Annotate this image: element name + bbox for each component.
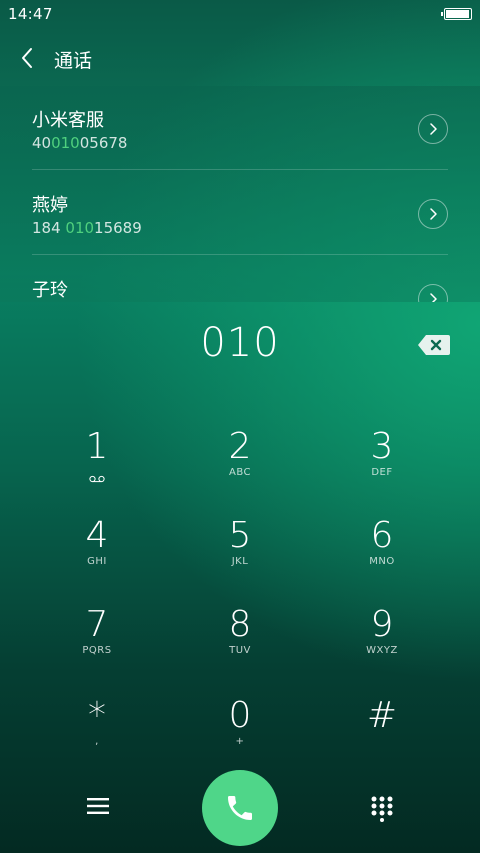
key-letters: ABC [228, 467, 251, 478]
key-6[interactable]: 6 MNO [322, 517, 442, 587]
key-letters: PQRS [82, 645, 112, 656]
menu-icon[interactable] [87, 797, 109, 815]
contact-detail-button[interactable] [418, 114, 448, 144]
key-digit: 7 [85, 604, 109, 645]
key-letters: WXYZ [366, 645, 398, 656]
contact-item[interactable]: 小米客服 4001005678 [32, 86, 448, 170]
divider [32, 169, 448, 170]
key-letters: , [95, 736, 99, 747]
status-bar: 14:47 [0, 0, 480, 28]
key-star[interactable]: * , [37, 697, 157, 767]
chevron-right-icon [430, 123, 437, 135]
contact-name: 小米客服 [32, 110, 104, 131]
page-title: 通话 [54, 50, 93, 72]
key-digit: 2 [228, 426, 252, 467]
contact-item[interactable]: 子玲 [32, 256, 448, 302]
back-chevron-icon[interactable] [18, 46, 40, 70]
key-2[interactable]: 2 ABC [180, 428, 300, 498]
key-7[interactable]: 7 PQRS [37, 606, 157, 676]
battery-icon [441, 8, 472, 20]
number-match-highlight: 010 [65, 219, 95, 237]
contact-name: 燕婷 [32, 195, 68, 216]
key-0[interactable]: 0 + [180, 697, 300, 767]
key-3[interactable]: 3 DEF [322, 428, 442, 498]
contact-results-list: 小米客服 4001005678 燕婷 184 01015689 子玲 [0, 86, 480, 302]
key-letters: DEF [371, 467, 393, 478]
key-digit: 1 [85, 426, 109, 467]
key-letters: JKL [231, 556, 249, 567]
contact-item[interactable]: 燕婷 184 01015689 [32, 171, 448, 255]
key-5[interactable]: 5 JKL [180, 517, 300, 587]
contact-number: 184 01015689 [32, 219, 142, 237]
key-letters: TUV [229, 645, 251, 656]
key-digit: # [366, 695, 398, 736]
call-button[interactable] [202, 770, 278, 846]
backspace-icon[interactable] [417, 334, 451, 356]
dialpad-icon[interactable] [371, 796, 393, 822]
key-digit: 5 [228, 515, 252, 556]
key-hash[interactable]: # [322, 697, 442, 767]
chevron-right-icon [430, 208, 437, 220]
key-digit: * [88, 695, 106, 736]
key-9[interactable]: 9 WXYZ [322, 606, 442, 676]
key-digit: 0 [228, 695, 252, 736]
key-8[interactable]: 8 TUV [180, 606, 300, 676]
key-letters: GHI [87, 556, 107, 567]
key-digit: 3 [370, 426, 394, 467]
contact-detail-button[interactable] [418, 284, 448, 302]
key-1[interactable]: 1 [37, 428, 157, 498]
contact-number: 4001005678 [32, 134, 128, 152]
phone-icon [228, 796, 252, 820]
key-digit: 8 [228, 604, 252, 645]
status-time: 14:47 [8, 5, 53, 23]
battery-level [446, 10, 469, 18]
key-digit: 9 [370, 604, 394, 645]
divider [32, 254, 448, 255]
contact-name: 子玲 [32, 280, 68, 301]
key-4[interactable]: 4 GHI [37, 517, 157, 587]
voicemail-icon [89, 468, 105, 487]
contact-detail-button[interactable] [418, 199, 448, 229]
key-digit: 4 [85, 515, 109, 556]
number-match-highlight: 010 [51, 134, 80, 152]
key-letters: MNO [369, 556, 395, 567]
title-bar: 通话 [0, 30, 480, 86]
dialed-number-display[interactable]: 010 [0, 320, 480, 366]
key-digit: 6 [370, 515, 394, 556]
chevron-right-icon [430, 293, 437, 302]
key-letters: + [235, 736, 245, 747]
